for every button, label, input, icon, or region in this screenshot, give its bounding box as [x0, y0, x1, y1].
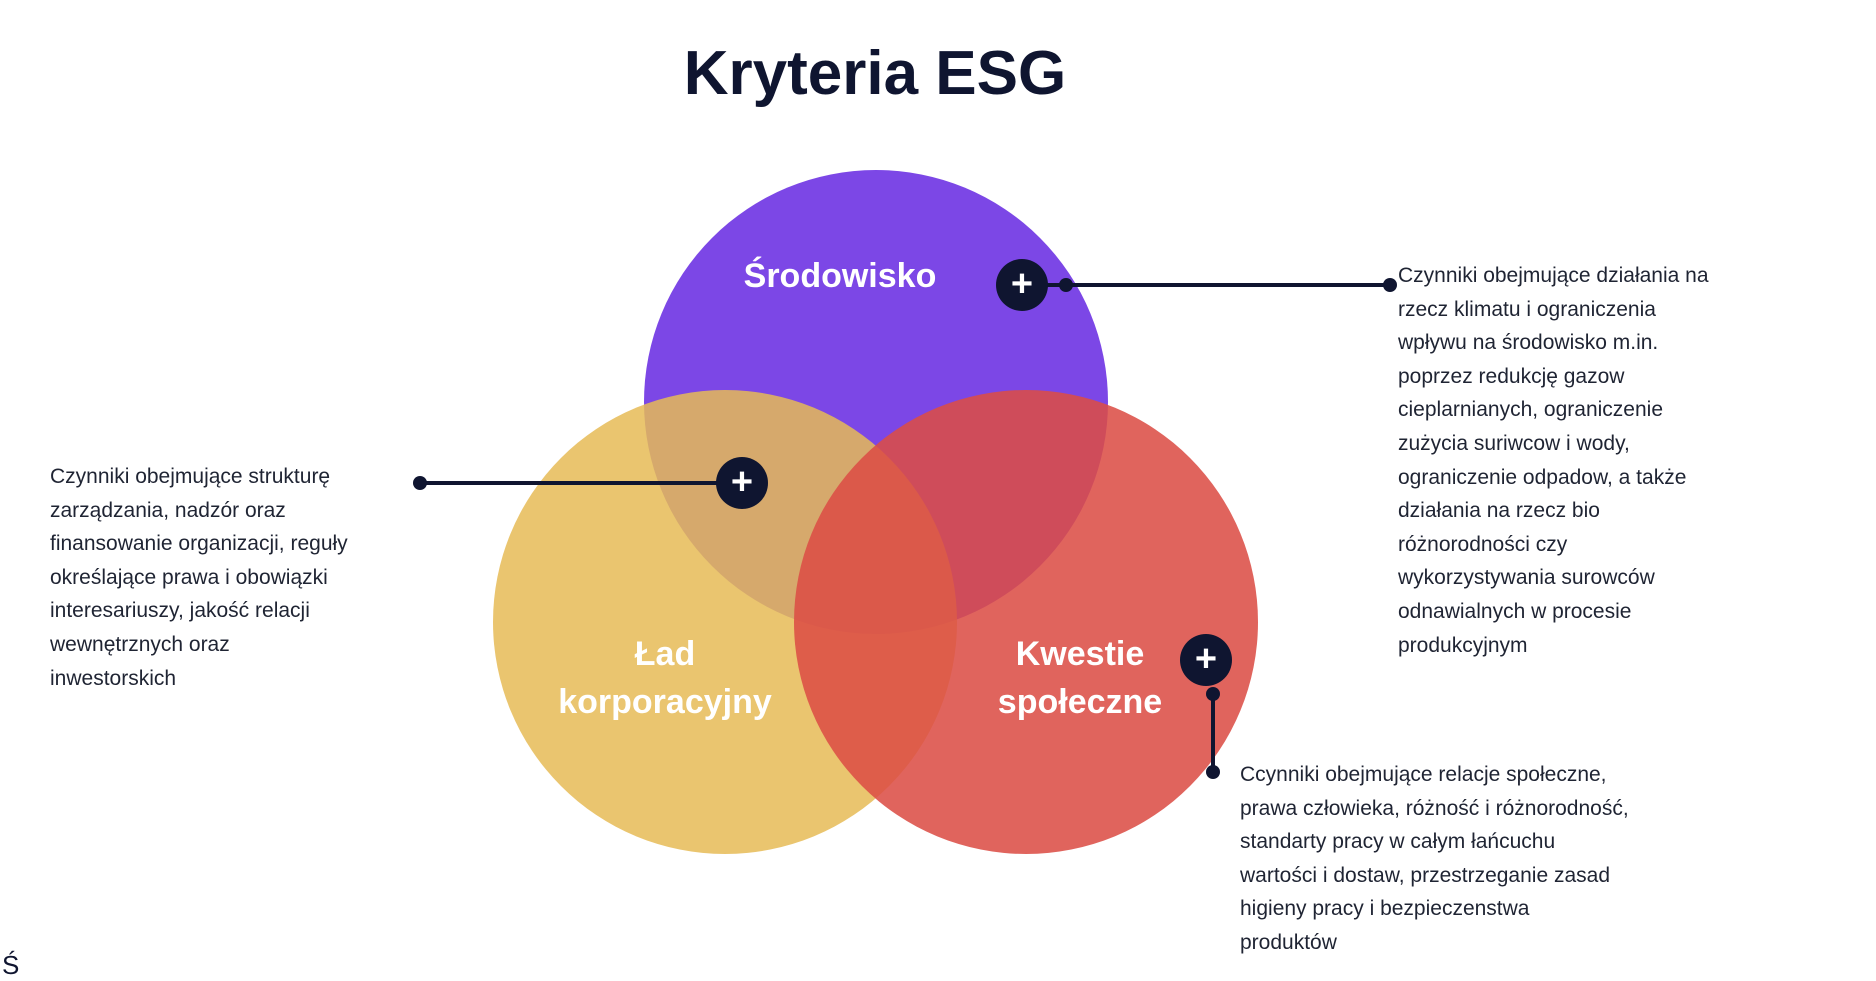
label-social-line1: Kwestie — [1015, 635, 1145, 673]
expand-social-button[interactable]: + — [1180, 634, 1232, 686]
circle-social — [794, 390, 1258, 854]
label-environment-text: Środowisko — [743, 257, 937, 295]
connector-dot-environment — [1059, 278, 1073, 292]
expand-governance-button[interactable]: + — [716, 457, 768, 509]
connector-endpoint-social — [1206, 765, 1220, 779]
connector-endpoint-environment — [1383, 278, 1397, 292]
label-governance-line1: Ład — [634, 635, 696, 673]
description-social: Ccynniki obejmujące relacje społeczne, p… — [1240, 763, 1629, 954]
connector-endpoint-governance — [413, 476, 427, 490]
label-governance: Ład korporacyjny — [540, 630, 790, 726]
label-governance-line2: korporacyjny — [558, 683, 772, 721]
connector-dot-social — [1206, 687, 1220, 701]
label-environment: Środowisko — [740, 252, 940, 300]
label-social: Kwestie społeczne — [980, 630, 1180, 726]
description-environment: Czynniki obejmujące działania na rzecz k… — [1398, 264, 1709, 657]
expand-environment-button[interactable]: + — [996, 259, 1048, 311]
label-social-line2: społeczne — [997, 683, 1163, 721]
esg-diagram: Kryteria ESG Środowisko Ład korporacyjny… — [0, 0, 1876, 980]
description-governance: Czynniki obejmujące strukturę zarządzani… — [50, 465, 348, 690]
stray-glyph: Ś — [2, 950, 20, 980]
